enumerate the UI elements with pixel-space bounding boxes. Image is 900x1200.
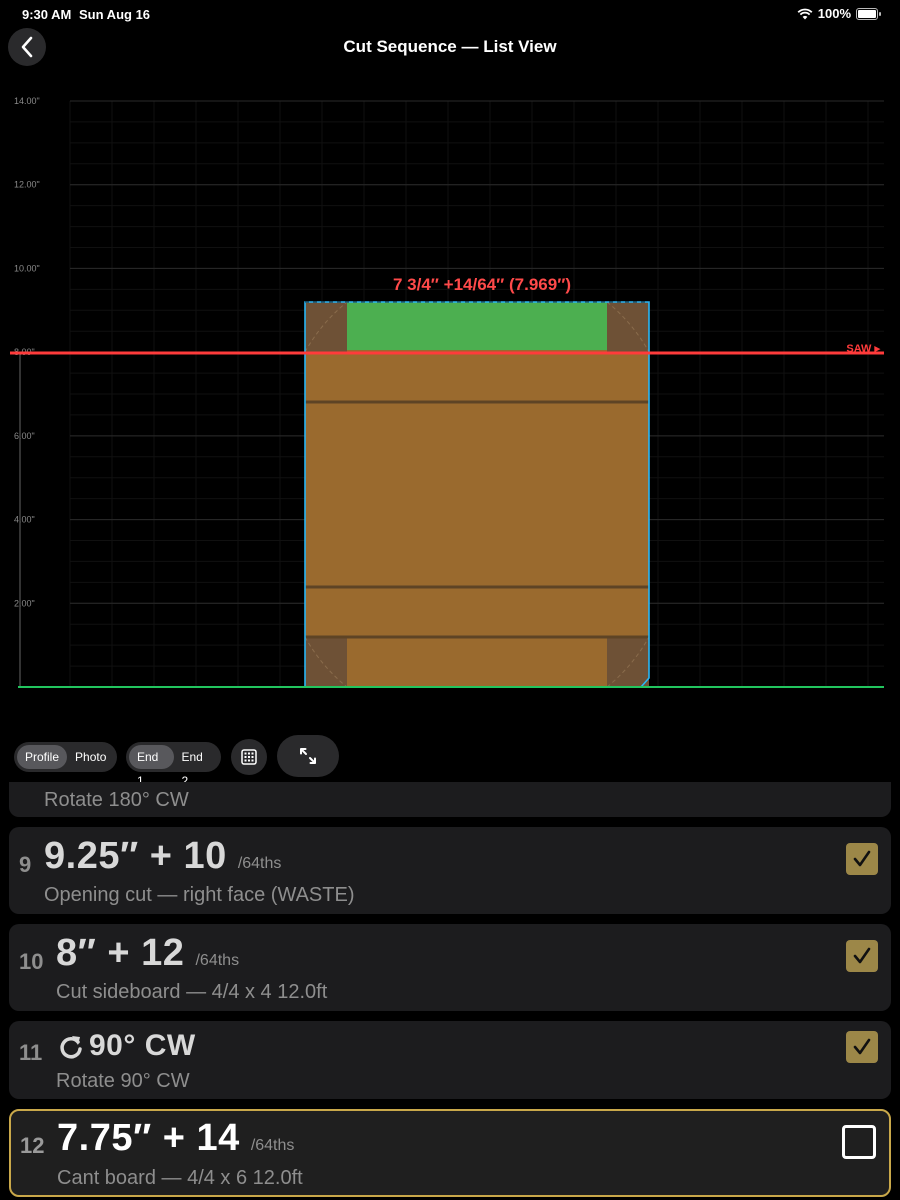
step-value: 8″ + 12 /64ths	[56, 932, 239, 975]
checkmark-icon	[853, 1038, 871, 1055]
status-time: 9:30 AM	[22, 7, 72, 22]
list-item-current[interactable]: 12 7.75″ + 14 /64ths Cant board — 4/4 x …	[9, 1109, 891, 1197]
y-tick-label: 6.00"	[14, 431, 35, 441]
list-item[interactable]: 9 9.25″ + 10 /64ths Opening cut — right …	[9, 827, 891, 914]
status-right: 100%	[797, 6, 881, 21]
end-option-2[interactable]: End 2	[174, 745, 219, 788]
corner-waste-bottom-left	[305, 636, 347, 687]
step-value: 7.75″ + 14 /64ths	[57, 1117, 294, 1160]
step-number: 9	[19, 852, 32, 877]
end-segmented-control: End 1 End 2	[126, 742, 221, 788]
controls-row: Profile Photo End 1 End 2	[0, 734, 900, 788]
board-body	[305, 302, 649, 687]
cut-step-list[interactable]: Rotate 180° CW 9 9.25″ + 10 /64ths Openi…	[0, 782, 900, 1200]
calculator-button[interactable]	[231, 739, 267, 775]
step-value: 90° CW	[89, 1029, 196, 1062]
view-option-profile[interactable]: Profile	[17, 745, 68, 769]
y-tick-label: 14.00"	[14, 96, 40, 106]
step-number: 11	[19, 1040, 43, 1065]
y-tick-label: 12.00"	[14, 180, 40, 190]
expand-icon	[300, 748, 316, 764]
step-number: 10	[19, 949, 44, 974]
step-value-text: 8″ + 12	[56, 932, 185, 974]
board-profile-diagram[interactable]: 14.00"12.00"10.00"8.00"6.00"4.00"2.00" S…	[0, 84, 900, 700]
step-unit: /64ths	[195, 952, 240, 969]
step-value: 9.25″ + 10 /64ths	[44, 835, 281, 878]
cut-dimension-label: 7 3/4″ +14/64″ (7.969″)	[393, 275, 571, 294]
y-tick-label: 10.00"	[14, 263, 40, 273]
corner-waste-top-right	[607, 302, 649, 352]
expand-button[interactable]	[277, 735, 339, 777]
step-checkbox-checked[interactable]	[846, 1031, 878, 1063]
rotate-cw-icon	[60, 1036, 82, 1059]
corner-waste-top-left	[305, 302, 347, 352]
saw-label: SAW ▸	[846, 343, 880, 355]
view-segmented-control: Profile Photo	[14, 742, 117, 772]
step-description: Cut sideboard — 4/4 x 4 12.0ft	[56, 981, 328, 1003]
step-checkbox-checked[interactable]	[846, 940, 878, 972]
corner-waste-bottom-right	[607, 636, 649, 687]
wifi-icon	[797, 8, 813, 19]
checkmark-icon	[853, 947, 871, 964]
nav-bar: Cut Sequence — List View	[0, 28, 900, 68]
battery-icon	[856, 7, 881, 20]
board[interactable]	[304, 301, 650, 688]
step-description: Rotate 180° CW	[44, 789, 189, 811]
step-number: 12	[20, 1133, 45, 1158]
status-date: Sun Aug 16	[79, 7, 151, 22]
calculator-icon	[241, 749, 257, 765]
step-value-text: 7.75″ + 14	[57, 1117, 240, 1159]
page-title: Cut Sequence — List View	[343, 37, 557, 56]
status-bar: 9:30 AM Sun Aug 16 100%	[0, 0, 900, 30]
list-item[interactable]: 11 90° CW Rotate 90° CW	[9, 1021, 891, 1099]
step-description: Opening cut — right face (WASTE)	[44, 884, 355, 906]
step-unit: /64ths	[250, 1137, 295, 1154]
battery-percent: 100%	[817, 6, 851, 21]
step-checkbox-checked[interactable]	[846, 843, 878, 875]
y-tick-label: 4.00"	[14, 515, 35, 525]
step-value-text: 9.25″ + 10	[44, 835, 227, 877]
step-checkbox-unchecked[interactable]	[842, 1125, 876, 1159]
end-option-1[interactable]: End 1	[129, 745, 174, 788]
step-description: Cant board — 4/4 x 6 12.0ft	[57, 1167, 303, 1189]
checkmark-icon	[853, 850, 871, 867]
list-item[interactable]: 10 8″ + 12 /64ths Cut sideboard — 4/4 x …	[9, 924, 891, 1011]
waste-slab	[347, 302, 607, 350]
view-option-photo[interactable]: Photo	[67, 745, 114, 769]
step-unit: /64ths	[237, 855, 282, 872]
list-item[interactable]: Rotate 180° CW	[9, 782, 891, 817]
y-tick-label: 2.00"	[14, 598, 35, 608]
step-description: Rotate 90° CW	[56, 1070, 190, 1092]
